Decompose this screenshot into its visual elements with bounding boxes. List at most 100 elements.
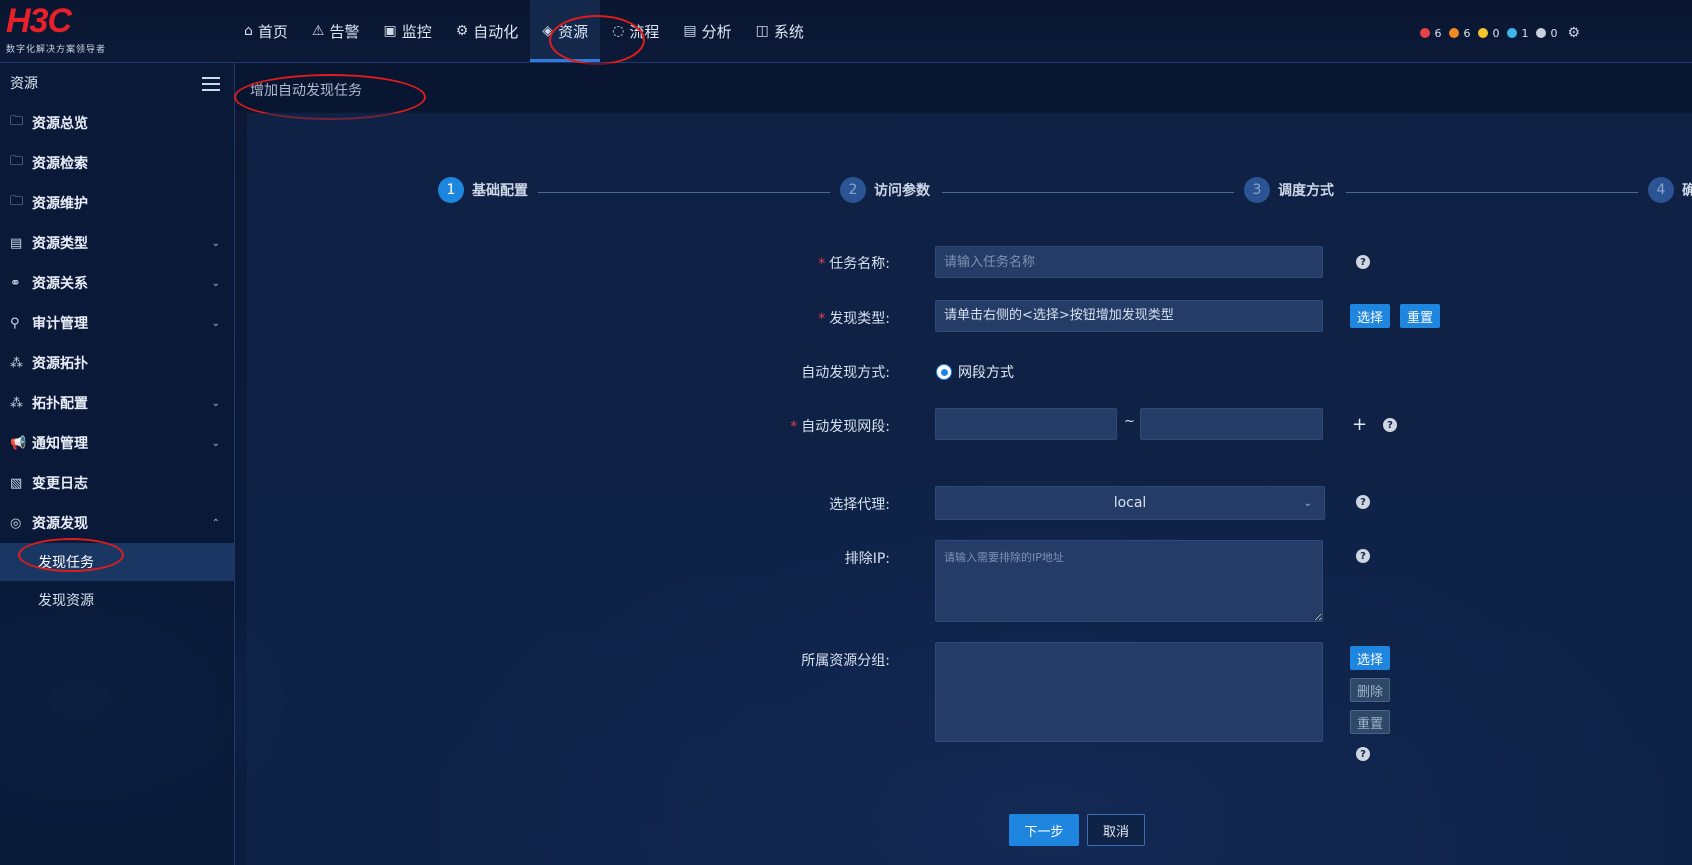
- nav-alarm[interactable]: ⚠ 告警: [300, 0, 372, 62]
- sidebar-item-label: 变更日志: [32, 476, 88, 492]
- automation-icon: ⚙: [455, 23, 469, 39]
- task-name-label: * 任务名称:: [690, 253, 890, 273]
- sidebar-item-label: 资源总览: [32, 116, 88, 132]
- logo-text: H3C: [6, 2, 72, 40]
- sidebar-item-label: 审计管理: [32, 316, 88, 332]
- sidebar-item-change-log[interactable]: ▧ 变更日志: [0, 463, 234, 503]
- sidebar-item-label: 通知管理: [32, 436, 88, 452]
- exclude-ip-label: 排除IP:: [844, 551, 890, 567]
- resource-icon: ◈: [542, 23, 554, 39]
- resource-group-list[interactable]: [935, 642, 1323, 742]
- nav-resource[interactable]: ◈ 资源: [530, 0, 601, 62]
- chevron-down-icon: ⌄: [211, 397, 220, 409]
- sidebar-subitem-discovered-resource[interactable]: 发现资源: [0, 581, 234, 619]
- warning-alert-dot: [1507, 28, 1518, 38]
- nav-analysis[interactable]: ▤ 分析: [671, 0, 743, 62]
- discover-mode-label: 自动发现方式:: [801, 365, 890, 381]
- info-alert-dot: [1536, 28, 1547, 38]
- logo: H3C 数字化解决方案领导者: [6, 4, 106, 55]
- chevron-down-icon: ⌄: [211, 437, 220, 449]
- major-alert-dot: [1449, 28, 1460, 38]
- warning-icon: ⚠: [311, 23, 325, 39]
- sidebar-item-label: 资源检索: [32, 156, 88, 172]
- next-step-button[interactable]: 下一步: [1009, 814, 1079, 846]
- sidebar-item-notification[interactable]: 📢 通知管理 ⌄: [0, 423, 234, 463]
- step-number: 2: [840, 177, 866, 203]
- step-connector: [1346, 192, 1638, 193]
- step-access-params: 2 访问参数: [840, 177, 930, 203]
- sidebar-item-topology-config[interactable]: ⁂ 拓扑配置 ⌄: [0, 383, 234, 423]
- nav-label: 系统: [773, 22, 804, 41]
- segment-mode-radio[interactable]: 网段方式: [936, 362, 1014, 382]
- minor-alert-count: 0: [1492, 26, 1500, 40]
- sidebar-item-resource-type[interactable]: ▤ 资源类型 ⌄: [0, 223, 234, 263]
- sidebar-item-resource-discovery[interactable]: ◎ 资源发现 ⌃: [0, 503, 234, 543]
- sidebar-subitem-discovery-task[interactable]: 发现任务: [0, 543, 234, 581]
- segment-mode-label: 网段方式: [958, 365, 1014, 381]
- segment-end-input[interactable]: [1140, 408, 1323, 440]
- segment-start-input[interactable]: [935, 408, 1117, 440]
- proxy-select[interactable]: local ⌄: [935, 486, 1325, 520]
- resource-group-label: 所属资源分组:: [801, 653, 890, 669]
- segment-label: * 自动发现网段:: [690, 416, 890, 436]
- discover-type-reset-button[interactable]: 重置: [1400, 304, 1441, 328]
- sidebar-item-label: 资源拓扑: [32, 356, 88, 372]
- nav-label: 首页: [257, 22, 288, 41]
- required-mark: *: [818, 256, 826, 272]
- chevron-down-icon: ⌄: [1303, 497, 1312, 509]
- main-nav: ⌂ 首页 ⚠ 告警 ▣ 监控 ⚙ 自动化 ◈ 资源 ◌ 流程 ▤ 分析 ◫ 系统: [232, 0, 816, 62]
- minor-alert-dot: [1478, 28, 1489, 38]
- folder-search-icon: 🗀: [10, 154, 24, 169]
- help-icon[interactable]: ?: [1383, 418, 1397, 432]
- sidebar-item-label: 拓扑配置: [32, 396, 88, 412]
- nav-system[interactable]: ◫ 系统: [744, 0, 816, 62]
- exclude-ip-textarea[interactable]: [935, 540, 1323, 622]
- critical-alert-dot: [1420, 28, 1431, 38]
- sidebar-title-text: 资源: [10, 76, 38, 92]
- megaphone-icon: 📢: [10, 435, 27, 451]
- nav-automation[interactable]: ⚙ 自动化: [444, 0, 531, 62]
- group-select-button[interactable]: 选择: [1350, 646, 1391, 670]
- nav-label: 监控: [401, 22, 432, 41]
- info-alert-count: 0: [1550, 26, 1558, 40]
- cancel-button[interactable]: 取消: [1087, 814, 1145, 846]
- add-segment-icon[interactable]: +: [1352, 414, 1367, 435]
- help-icon[interactable]: ?: [1356, 495, 1370, 509]
- discover-type-select-button[interactable]: 选择: [1350, 304, 1391, 328]
- monitor-icon: ▣: [383, 23, 397, 39]
- analysis-icon: ▤: [683, 23, 697, 39]
- sidebar-item-resource-overview[interactable]: 🗀 资源总览: [0, 103, 234, 143]
- gear-icon[interactable]: ⚙: [1567, 25, 1580, 41]
- sidebar-item-label: 资源关系: [32, 276, 88, 292]
- required-mark: *: [790, 419, 798, 435]
- discover-type-field[interactable]: 请单击右侧的<选择>按钮增加发现类型: [935, 300, 1323, 332]
- step-label: 访问参数: [874, 183, 930, 199]
- sidebar: 资源 🗀 资源总览 🗀 资源检索 🗀 资源维护 ▤ 资源类型 ⌄ ⚭ 资源关系 ⌄ ⚲ 审计管理…: [0, 63, 235, 865]
- sidebar-item-resource-maintenance[interactable]: 🗀 资源维护: [0, 183, 234, 223]
- sidebar-item-audit[interactable]: ⚲ 审计管理 ⌄: [0, 303, 234, 343]
- sidebar-item-resource-search[interactable]: 🗀 资源检索: [0, 143, 234, 183]
- group-reset-button[interactable]: 重置: [1350, 710, 1391, 734]
- step-basic-config: 1 基础配置: [438, 177, 528, 203]
- step-schedule: 3 调度方式: [1244, 177, 1334, 203]
- help-icon[interactable]: ?: [1356, 549, 1370, 563]
- folder-search-icon: 🗀: [10, 114, 24, 129]
- log-icon: ▧: [10, 475, 23, 491]
- sidebar-item-resource-relation[interactable]: ⚭ 资源关系 ⌄: [0, 263, 234, 303]
- menu-collapse-icon[interactable]: [202, 73, 220, 95]
- help-icon[interactable]: ?: [1356, 747, 1370, 761]
- step-number: 4: [1648, 177, 1674, 203]
- task-name-input[interactable]: [935, 246, 1323, 278]
- group-delete-button[interactable]: 删除: [1350, 678, 1391, 702]
- nav-home[interactable]: ⌂ 首页: [232, 0, 300, 62]
- step-number: 1: [438, 177, 464, 203]
- help-icon[interactable]: ?: [1356, 255, 1370, 269]
- top-bar: H3C 数字化解决方案领导者 ⌂ 首页 ⚠ 告警 ▣ 监控 ⚙ 自动化 ◈ 资源 ◌ 流程 …: [0, 0, 1692, 63]
- step-label: 调度方式: [1278, 183, 1334, 199]
- alert-counters[interactable]: 6 6 0 1 0 ⚙: [1420, 25, 1580, 41]
- sidebar-item-topology[interactable]: ⁂ 资源拓扑: [0, 343, 234, 383]
- breadcrumb-bar: 增加自动发现任务: [235, 63, 1692, 111]
- step-number: 3: [1244, 177, 1270, 203]
- nav-flow[interactable]: ◌ 流程: [600, 0, 671, 62]
- nav-monitor[interactable]: ▣ 监控: [371, 0, 443, 62]
